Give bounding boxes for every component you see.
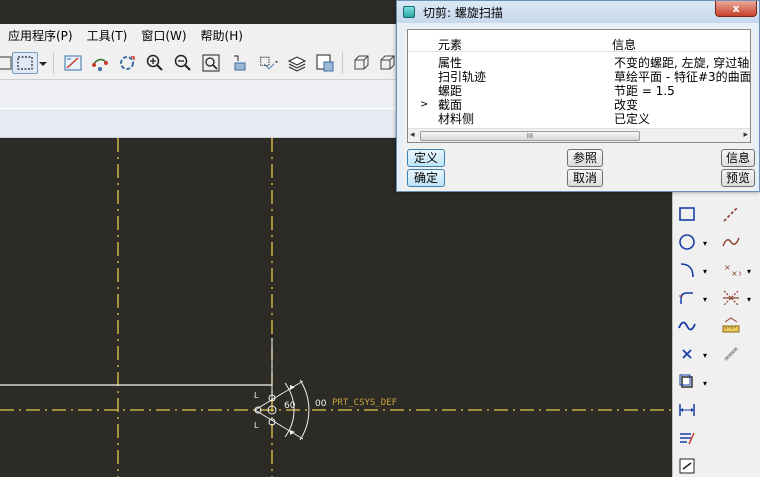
row-info: 已定义 bbox=[614, 112, 651, 126]
row-element: 扫引轨迹 bbox=[438, 70, 487, 84]
scroll-left-icon[interactable]: ◂ bbox=[410, 130, 415, 140]
menu-window[interactable]: 窗口(W) bbox=[141, 27, 186, 44]
angle-dimension-arc[interactable] bbox=[299, 379, 310, 441]
info-button[interactable]: 信息 bbox=[721, 149, 755, 167]
svg-text:×: × bbox=[724, 263, 731, 272]
point-x-icon[interactable]: ××× bbox=[719, 258, 743, 282]
dropdown-icon[interactable] bbox=[38, 52, 48, 74]
row-element: 属性 bbox=[438, 56, 463, 70]
row-element: 螺距 bbox=[438, 84, 463, 98]
dimension-span-icon[interactable] bbox=[675, 398, 699, 422]
dialog-title: 切剪: 螺旋扫描 bbox=[423, 5, 503, 20]
sketch-toolbar: ▾ ▾ ××× ▾ ▾ ▾ ▾ ▾ bbox=[672, 192, 760, 477]
zoom-fit-icon[interactable] bbox=[200, 52, 222, 74]
modify-icon[interactable] bbox=[675, 426, 699, 450]
dropdown-icon[interactable]: ▾ bbox=[703, 352, 711, 360]
dialog-body: 元素 信息 属性 不变的螺距, 左旋, 穿过轴 扫引轨迹 草绘平面 - 特征#3… bbox=[403, 27, 755, 191]
arc-icon[interactable] bbox=[675, 258, 699, 282]
svg-text:××: ×× bbox=[731, 269, 741, 278]
horizontal-scrollbar[interactable]: ◂ III ▸ bbox=[408, 128, 750, 142]
sketch-view-icon[interactable] bbox=[62, 52, 84, 74]
constraint-label: L bbox=[254, 391, 259, 400]
row-info: 草绘平面 - 特征#3的曲面 1 bbox=[614, 70, 751, 84]
menu-tools[interactable]: 工具(T) bbox=[87, 27, 128, 44]
table-header: 元素 信息 bbox=[408, 30, 750, 52]
row-info: 节距 = 1.5 bbox=[614, 84, 675, 98]
angle-dimension-value[interactable]: 60 bbox=[284, 401, 296, 411]
dialog-app-icon bbox=[403, 6, 415, 18]
datum-point-icon[interactable] bbox=[89, 52, 111, 74]
constraint-label: L bbox=[254, 421, 259, 430]
circle-icon[interactable] bbox=[675, 230, 699, 254]
define-button[interactable]: 定义 bbox=[407, 149, 445, 167]
line-icon[interactable] bbox=[719, 202, 743, 226]
fillet-icon[interactable] bbox=[675, 286, 699, 310]
row-element: 材料侧 bbox=[438, 112, 475, 126]
scroll-grip: III bbox=[526, 132, 534, 140]
scroll-right-icon[interactable]: ▸ bbox=[743, 130, 748, 140]
preview-button[interactable]: 预览 bbox=[721, 169, 755, 187]
saved-views-icon[interactable] bbox=[256, 52, 282, 74]
menu-applications[interactable]: 应用程序(P) bbox=[8, 27, 73, 44]
point-icon[interactable] bbox=[675, 342, 699, 366]
regenerate-icon[interactable] bbox=[116, 52, 138, 74]
helical-sweep-dialog: 切剪: 螺旋扫描 x 元素 信息 属性 不变的螺距, 左旋, 穿过轴 扫引轨迹 … bbox=[396, 0, 760, 192]
shading-icon[interactable] bbox=[350, 52, 372, 74]
menu-help[interactable]: 帮助(H) bbox=[201, 27, 243, 44]
dropdown-icon[interactable]: ▾ bbox=[747, 296, 755, 304]
trim-icon[interactable] bbox=[719, 286, 743, 310]
dimension-icon[interactable] bbox=[719, 314, 743, 338]
zoom-out-icon[interactable] bbox=[172, 52, 194, 74]
table-row[interactable]: 螺距 节距 = 1.5 bbox=[416, 84, 750, 98]
row-info: 不变的螺距, 左旋, 穿过轴 bbox=[614, 56, 750, 70]
orient-icon[interactable] bbox=[228, 52, 250, 74]
zoom-in-icon[interactable] bbox=[144, 52, 166, 74]
wireframe-icon[interactable] bbox=[376, 52, 398, 74]
curve-icon[interactable] bbox=[675, 314, 699, 338]
table-row[interactable]: 属性 不变的螺距, 左旋, 穿过轴 bbox=[416, 56, 750, 70]
view-manager-icon[interactable] bbox=[314, 52, 336, 74]
ok-button[interactable]: 确定 bbox=[407, 169, 445, 187]
dropdown-icon[interactable]: ▾ bbox=[703, 296, 711, 304]
csys-label: PRT_CSYS_DEF bbox=[332, 398, 397, 408]
cancel-button[interactable]: 取消 bbox=[567, 169, 603, 187]
dropdown-icon[interactable]: ▾ bbox=[703, 380, 711, 388]
selection-box-icon[interactable] bbox=[12, 52, 38, 74]
dialog-title-bar[interactable]: 切剪: 螺旋扫描 bbox=[397, 1, 759, 23]
column-header-info[interactable]: 信息 bbox=[612, 36, 636, 53]
text-icon[interactable] bbox=[675, 454, 699, 477]
offset-icon[interactable] bbox=[675, 370, 699, 394]
table-row[interactable]: 材料侧 已定义 bbox=[416, 112, 750, 126]
table-row[interactable]: 扫引轨迹 草绘平面 - 特征#3的曲面 1 bbox=[416, 70, 751, 84]
scroll-thumb[interactable]: III bbox=[420, 131, 640, 141]
constraint-icon[interactable] bbox=[719, 342, 743, 366]
dimension-value[interactable]: 00 bbox=[315, 399, 327, 409]
spline-icon[interactable] bbox=[719, 230, 743, 254]
row-info: 改变 bbox=[614, 98, 639, 112]
row-element: 截面 bbox=[438, 98, 463, 112]
row-marker: > bbox=[420, 99, 429, 110]
layers-icon[interactable] bbox=[286, 52, 308, 74]
dropdown-icon[interactable]: ▾ bbox=[747, 268, 755, 276]
table-row[interactable]: > 截面 改变 bbox=[416, 98, 750, 112]
column-header-element[interactable]: 元素 bbox=[438, 36, 462, 53]
reference-button[interactable]: 参照 bbox=[567, 149, 603, 167]
rectangle-icon[interactable] bbox=[675, 202, 699, 226]
dropdown-icon[interactable]: ▾ bbox=[703, 240, 711, 248]
close-icon[interactable]: x bbox=[715, 1, 757, 17]
dropdown-icon[interactable]: ▾ bbox=[703, 268, 711, 276]
element-table: 元素 信息 属性 不变的螺距, 左旋, 穿过轴 扫引轨迹 草绘平面 - 特征#3… bbox=[407, 29, 751, 143]
